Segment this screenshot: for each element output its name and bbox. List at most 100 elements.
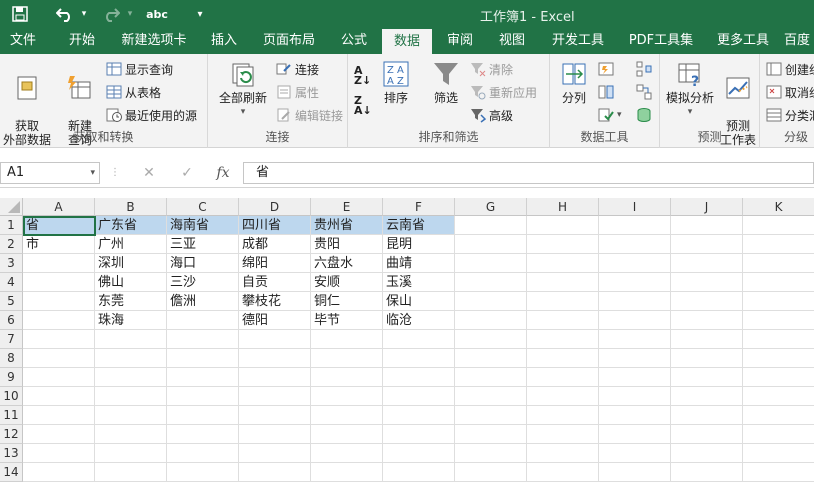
cell-i9[interactable]: [599, 368, 671, 387]
cell-e9[interactable]: [311, 368, 383, 387]
cell-g9[interactable]: [455, 368, 527, 387]
row-header-13[interactable]: 13: [0, 444, 23, 463]
cell-a9[interactable]: [23, 368, 95, 387]
tab-page-layout[interactable]: 页面布局: [254, 28, 324, 54]
cell-i8[interactable]: [599, 349, 671, 368]
cell-e6[interactable]: 毕节: [311, 311, 383, 330]
cell-b11[interactable]: [95, 406, 167, 425]
column-header-g[interactable]: G: [455, 198, 527, 216]
advanced-filter-button[interactable]: 高级: [470, 105, 513, 125]
cell-e5[interactable]: 铜仁: [311, 292, 383, 311]
cell-a4[interactable]: [23, 273, 95, 292]
cell-g14[interactable]: [455, 463, 527, 482]
refresh-all-button[interactable]: 全部刷新 ▾: [214, 60, 272, 119]
sort-descending-button[interactable]: Z A↓: [354, 94, 376, 118]
cell-g4[interactable]: [455, 273, 527, 292]
cell-a10[interactable]: [23, 387, 95, 406]
cell-e3[interactable]: 六盘水: [311, 254, 383, 273]
tab-review[interactable]: 审阅: [436, 28, 484, 54]
cell-b8[interactable]: [95, 349, 167, 368]
from-table-button[interactable]: 从表格: [106, 82, 161, 102]
cell-d9[interactable]: [239, 368, 311, 387]
row-header-5[interactable]: 5: [0, 292, 23, 311]
cell-j7[interactable]: [671, 330, 743, 349]
cell-b3[interactable]: 深圳: [95, 254, 167, 273]
cell-i2[interactable]: [599, 235, 671, 254]
cell-k9[interactable]: [743, 368, 814, 387]
cell-a5[interactable]: [23, 292, 95, 311]
cell-h3[interactable]: [527, 254, 599, 273]
cell-c8[interactable]: [167, 349, 239, 368]
cell-c9[interactable]: [167, 368, 239, 387]
cell-g5[interactable]: [455, 292, 527, 311]
cell-i10[interactable]: [599, 387, 671, 406]
cell-j1[interactable]: [671, 216, 743, 235]
cell-e10[interactable]: [311, 387, 383, 406]
cell-c5[interactable]: 儋洲: [167, 292, 239, 311]
cell-h6[interactable]: [527, 311, 599, 330]
row-header-9[interactable]: 9: [0, 368, 23, 387]
data-model-button[interactable]: [636, 105, 656, 125]
cell-k11[interactable]: [743, 406, 814, 425]
cell-i14[interactable]: [599, 463, 671, 482]
cell-i13[interactable]: [599, 444, 671, 463]
cell-i6[interactable]: [599, 311, 671, 330]
chevron-down-icon[interactable]: ▾: [192, 4, 208, 24]
cell-g7[interactable]: [455, 330, 527, 349]
cell-c7[interactable]: [167, 330, 239, 349]
cell-e8[interactable]: [311, 349, 383, 368]
recent-sources-button[interactable]: 最近使用的源: [106, 105, 197, 125]
cell-f5[interactable]: 保山: [383, 292, 455, 311]
cell-k2[interactable]: [743, 235, 814, 254]
cell-h10[interactable]: [527, 387, 599, 406]
cell-c3[interactable]: 海口: [167, 254, 239, 273]
row-header-8[interactable]: 8: [0, 349, 23, 368]
cell-g13[interactable]: [455, 444, 527, 463]
cell-h13[interactable]: [527, 444, 599, 463]
group-button[interactable]: 创建组: [766, 59, 814, 79]
properties-button[interactable]: 属性: [276, 82, 319, 102]
text-to-columns-button[interactable]: 分列: [554, 60, 594, 105]
reapply-button[interactable]: 重新应用: [470, 82, 537, 102]
cell-b6[interactable]: 珠海: [95, 311, 167, 330]
row-header-2[interactable]: 2: [0, 235, 23, 254]
column-header-f[interactable]: F: [383, 198, 455, 216]
undo-dropdown-icon[interactable]: ▾: [78, 4, 90, 24]
cell-k3[interactable]: [743, 254, 814, 273]
cell-j10[interactable]: [671, 387, 743, 406]
cell-k12[interactable]: [743, 425, 814, 444]
cell-e7[interactable]: [311, 330, 383, 349]
column-header-c[interactable]: C: [167, 198, 239, 216]
cell-i1[interactable]: [599, 216, 671, 235]
worksheet-grid[interactable]: A B C D E F G H I J K 1 省广东省 海南省 四川省 贵州省 云南省 2 市广州 三亚 成都 贵阳 昆明…: [0, 198, 814, 490]
cell-h2[interactable]: [527, 235, 599, 254]
cell-j11[interactable]: [671, 406, 743, 425]
cell-f13[interactable]: [383, 444, 455, 463]
cell-f9[interactable]: [383, 368, 455, 387]
row-header-12[interactable]: 12: [0, 425, 23, 444]
cell-i11[interactable]: [599, 406, 671, 425]
cell-d14[interactable]: [239, 463, 311, 482]
cell-c6[interactable]: [167, 311, 239, 330]
cell-h8[interactable]: [527, 349, 599, 368]
cell-g10[interactable]: [455, 387, 527, 406]
name-box-dropdown-icon[interactable]: ▾: [90, 163, 95, 183]
cell-h9[interactable]: [527, 368, 599, 387]
cell-e4[interactable]: 安顺: [311, 273, 383, 292]
cancel-icon[interactable]: ✕: [134, 162, 164, 184]
select-all-corner[interactable]: [0, 198, 23, 216]
cell-e12[interactable]: [311, 425, 383, 444]
cell-j2[interactable]: [671, 235, 743, 254]
cell-a2[interactable]: 市: [23, 235, 95, 254]
cell-f3[interactable]: 曲靖: [383, 254, 455, 273]
cell-g2[interactable]: [455, 235, 527, 254]
what-if-analysis-button[interactable]: ? 模拟分析 ▾: [662, 60, 718, 119]
column-header-k[interactable]: K: [743, 198, 814, 216]
cell-e11[interactable]: [311, 406, 383, 425]
tab-formulas[interactable]: 公式: [330, 28, 378, 54]
name-box[interactable]: A1 ▾: [0, 162, 100, 184]
cell-g6[interactable]: [455, 311, 527, 330]
cell-k6[interactable]: [743, 311, 814, 330]
cell-b9[interactable]: [95, 368, 167, 387]
cell-g12[interactable]: [455, 425, 527, 444]
